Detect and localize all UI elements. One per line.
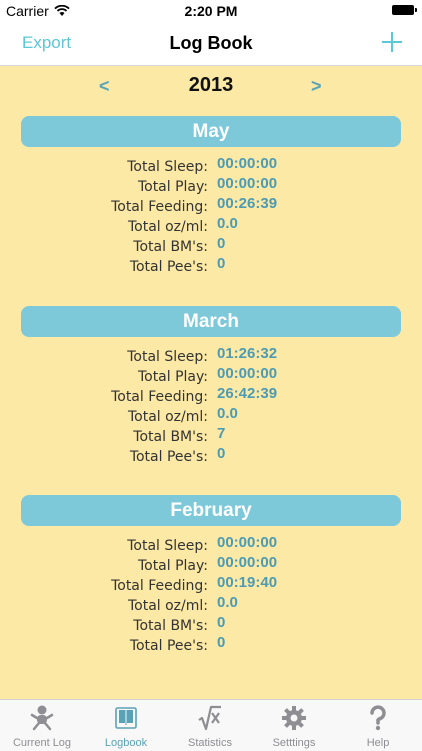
stat-row-total-sleep: Total Sleep: 00:00:00 bbox=[21, 534, 401, 556]
stat-value: 0 bbox=[217, 614, 226, 631]
stat-label: Total oz/ml: bbox=[127, 219, 208, 235]
stat-label: Total Play: bbox=[137, 369, 208, 385]
month-header[interactable]: May bbox=[21, 116, 401, 147]
stat-value: 00:00:00 bbox=[217, 365, 278, 382]
battery-icon bbox=[392, 5, 417, 15]
navigation-bar: Export Log Book bbox=[0, 22, 422, 66]
stat-row-total-pees: Total Pee's: 0 bbox=[21, 634, 401, 656]
stat-value: 00:00:00 bbox=[217, 175, 278, 192]
status-time: 2:20 PM bbox=[184, 3, 238, 19]
tab-label: Current Log bbox=[12, 737, 72, 749]
stat-row-total-play: Total Play: 00:00:00 bbox=[21, 554, 401, 576]
stat-row-total-feeding: Total Feeding: 26:42:39 bbox=[21, 385, 401, 407]
gear-icon bbox=[282, 706, 306, 730]
baby-icon bbox=[30, 705, 54, 731]
export-button[interactable]: Export bbox=[22, 33, 71, 53]
stat-row-total-oz-ml: Total oz/ml: 0.0 bbox=[21, 405, 401, 427]
stat-label: Total Play: bbox=[137, 179, 208, 195]
stat-row-total-oz-ml: Total oz/ml: 0.0 bbox=[21, 594, 401, 616]
stat-row-total-pees: Total Pee's: 0 bbox=[21, 445, 401, 467]
stat-label: Total oz/ml: bbox=[127, 409, 208, 425]
stat-label: Total oz/ml: bbox=[127, 598, 208, 614]
tab-label: Statistics bbox=[187, 737, 232, 749]
month-header[interactable]: February bbox=[21, 495, 401, 526]
tab-bar: Current Log Logbook Statistics Setttings… bbox=[0, 699, 422, 751]
stat-row-total-play: Total Play: 00:00:00 bbox=[21, 175, 401, 197]
stat-label: Total Pee's: bbox=[129, 638, 208, 654]
stat-row-total-bms: Total BM's: 0 bbox=[21, 235, 401, 257]
stat-value: 00:00:00 bbox=[217, 554, 278, 571]
stat-value: 00:00:00 bbox=[217, 155, 278, 172]
year-label: 2013 bbox=[188, 74, 234, 96]
month-section-may: May Total Sleep: 00:00:00 Total Play: 00… bbox=[21, 116, 401, 277]
status-bar: Carrier 2:20 PM bbox=[0, 0, 422, 22]
month-header[interactable]: March bbox=[21, 306, 401, 337]
stat-value: 0 bbox=[217, 634, 226, 651]
stat-value: 0.0 bbox=[217, 405, 238, 422]
stat-value: 0.0 bbox=[217, 215, 238, 232]
stat-row-total-play: Total Play: 00:00:00 bbox=[21, 365, 401, 387]
stat-value: 26:42:39 bbox=[217, 385, 278, 402]
square-root-icon bbox=[198, 705, 221, 731]
stat-label: Total BM's: bbox=[133, 618, 208, 634]
stat-label: Total Sleep: bbox=[127, 349, 208, 365]
stat-value: 00:26:39 bbox=[217, 195, 278, 212]
tab-help[interactable]: Help bbox=[336, 700, 420, 751]
tab-settings[interactable]: Setttings bbox=[252, 700, 336, 751]
stat-row-total-sleep: Total Sleep: 01:26:32 bbox=[21, 345, 401, 367]
stat-label: Total BM's: bbox=[133, 239, 208, 255]
stat-label: Total Feeding: bbox=[111, 199, 208, 215]
year-selector: < 2013 > bbox=[0, 70, 422, 102]
tab-logbook[interactable]: Logbook bbox=[84, 700, 168, 751]
stat-value: 0.0 bbox=[217, 594, 238, 611]
stat-row-total-bms: Total BM's: 0 bbox=[21, 614, 401, 636]
stat-value: 00:00:00 bbox=[217, 534, 278, 551]
month-section-february: February Total Sleep: 00:00:00 Total Pla… bbox=[21, 495, 401, 656]
stat-row-total-pees: Total Pee's: 0 bbox=[21, 255, 401, 277]
tab-current-log[interactable]: Current Log bbox=[0, 700, 84, 751]
tab-label: Setttings bbox=[272, 737, 316, 749]
stat-row-total-sleep: Total Sleep: 00:00:00 bbox=[21, 155, 401, 177]
stat-label: Total Play: bbox=[137, 558, 208, 574]
tab-label: Help bbox=[366, 737, 390, 749]
stat-label: Total Pee's: bbox=[129, 449, 208, 465]
stat-value: 0 bbox=[217, 445, 226, 462]
stat-row-total-oz-ml: Total oz/ml: 0.0 bbox=[21, 215, 401, 237]
tab-label: Logbook bbox=[104, 737, 148, 749]
stat-value: 00:19:40 bbox=[217, 574, 278, 591]
stat-label: Total Sleep: bbox=[127, 159, 208, 175]
stat-value: 01:26:32 bbox=[217, 345, 278, 362]
stat-row-total-feeding: Total Feeding: 00:26:39 bbox=[21, 195, 401, 217]
next-year-button[interactable]: > bbox=[311, 76, 322, 97]
tab-statistics[interactable]: Statistics bbox=[168, 700, 252, 751]
stat-row-total-bms: Total BM's: 7 bbox=[21, 425, 401, 447]
stat-value: 7 bbox=[217, 425, 226, 442]
stat-label: Total Pee's: bbox=[129, 259, 208, 275]
stat-label: Total Sleep: bbox=[127, 538, 208, 554]
stat-value: 0 bbox=[217, 255, 226, 272]
plus-icon[interactable] bbox=[380, 30, 404, 54]
question-icon bbox=[370, 705, 386, 731]
book-icon bbox=[115, 707, 137, 729]
stat-value: 0 bbox=[217, 235, 226, 252]
stat-label: Total Feeding: bbox=[111, 578, 208, 594]
stat-label: Total Feeding: bbox=[111, 389, 208, 405]
stat-label: Total BM's: bbox=[133, 429, 208, 445]
month-section-march: March Total Sleep: 01:26:32 Total Play: … bbox=[21, 306, 401, 467]
stat-row-total-feeding: Total Feeding: 00:19:40 bbox=[21, 574, 401, 596]
